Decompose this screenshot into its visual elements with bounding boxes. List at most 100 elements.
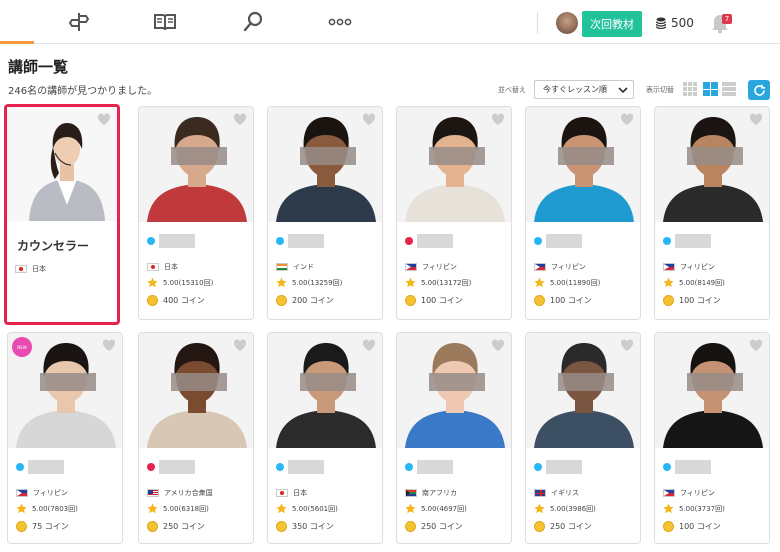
tutor-name-blur: [288, 234, 324, 248]
tutor-card[interactable]: NEW フィリピン 5.00(7803回) 75 コイン: [7, 332, 123, 544]
favorite-heart-icon[interactable]: [491, 113, 505, 126]
status-dot: [534, 463, 542, 471]
star-icon: [276, 503, 287, 514]
favorite-heart-icon[interactable]: [749, 113, 763, 126]
sort-label: 並べ替え: [498, 86, 526, 94]
face-blur: [300, 147, 356, 165]
tutor-photo: [139, 107, 253, 222]
philippines-flag-icon: [534, 263, 546, 271]
star-icon: [147, 503, 158, 514]
status-dot: [147, 237, 155, 245]
tutor-photo: [268, 333, 382, 448]
tutor-country: フィリピン: [663, 488, 715, 498]
favorite-heart-icon[interactable]: [749, 339, 763, 352]
sort-select-value: 今すぐレッスン順: [543, 85, 607, 94]
tutor-photo: [268, 107, 382, 222]
tutor-name-blur: [675, 234, 711, 248]
coin-icon: [405, 521, 416, 532]
status-dot: [147, 463, 155, 471]
tutor-name-blur: [546, 460, 582, 474]
coin-icon: [405, 295, 416, 306]
user-avatar[interactable]: [556, 12, 578, 34]
tutor-rating: 5.00(6318回): [147, 503, 209, 514]
status-dot: [534, 237, 542, 245]
signpost-icon[interactable]: [64, 8, 94, 36]
tutor-card[interactable]: 南アフリカ 5.00(4697回) 250 コイン: [396, 332, 512, 544]
tutor-rating: 5.00(8149回): [663, 277, 725, 288]
tutor-name-blur: [675, 460, 711, 474]
counselor-card[interactable]: カウンセラー 日本: [4, 104, 120, 325]
coin-balance[interactable]: 500: [656, 14, 694, 32]
tutor-country: フィリピン: [663, 262, 715, 272]
coin-icon: [276, 521, 287, 532]
tutor-price: 100 コイン: [534, 295, 592, 306]
book-icon[interactable]: [150, 8, 180, 36]
tutor-card[interactable]: インド 5.00(13259回) 200 コイン: [267, 106, 383, 320]
tutor-price: 100 コイン: [663, 295, 721, 306]
south-africa-flag-icon: [405, 489, 417, 497]
tutor-rating: 5.00(13172回): [405, 277, 471, 288]
coin-icon: [534, 521, 545, 532]
tutor-card[interactable]: フィリピン 5.00(13172回) 100 コイン: [396, 106, 512, 320]
coin-stack-icon: [656, 17, 666, 29]
tutor-price: 100 コイン: [663, 521, 721, 532]
coin-icon: [147, 295, 158, 306]
favorite-heart-icon[interactable]: [102, 339, 116, 352]
tutor-rating: 5.00(11890回): [534, 277, 600, 288]
tutor-card[interactable]: フィリピン 5.00(11890回) 100 コイン: [525, 106, 641, 320]
tutor-photo: [526, 107, 640, 222]
tutor-card[interactable]: イギリス 5.00(3986回) 250 コイン: [525, 332, 641, 544]
tutor-country: 日本: [147, 262, 178, 272]
usa-flag-icon: [147, 489, 159, 497]
favorite-heart-icon[interactable]: [620, 339, 634, 352]
tutor-card[interactable]: アメリカ合衆国 5.00(6318回) 250 コイン: [138, 332, 254, 544]
coin-icon: [16, 521, 27, 532]
india-flag-icon: [276, 263, 288, 271]
favorite-heart-icon[interactable]: [491, 339, 505, 352]
tutor-rating: 5.00(7803回): [16, 503, 78, 514]
philippines-flag-icon: [663, 263, 675, 271]
coin-balance-value: 500: [671, 16, 694, 30]
star-icon: [534, 277, 545, 288]
coin-icon: [147, 521, 158, 532]
more-menu-icon[interactable]: [325, 8, 355, 36]
favorite-heart-icon[interactable]: [362, 339, 376, 352]
favorite-heart-icon[interactable]: [233, 113, 247, 126]
list-view-icon[interactable]: [722, 82, 737, 96]
counselor-country: 日本: [15, 264, 46, 274]
tutor-photo: [526, 333, 640, 448]
tutor-country: アメリカ合衆国: [147, 488, 213, 498]
favorite-heart-icon[interactable]: [97, 113, 111, 126]
tutor-price: 100 コイン: [405, 295, 463, 306]
view-toggle-label: 表示切替: [646, 86, 674, 94]
favorite-heart-icon[interactable]: [362, 113, 376, 126]
next-material-button[interactable]: 次回教材: [582, 11, 642, 37]
refresh-button[interactable]: [748, 80, 770, 100]
grid-large-view-icon[interactable]: [703, 82, 718, 96]
tutor-card[interactable]: フィリピン 5.00(3737回) 100 コイン: [654, 332, 770, 544]
tutor-card[interactable]: 日本 5.00(5601回) 350 コイン: [267, 332, 383, 544]
chevron-down-icon: [618, 87, 628, 94]
status-dot: [405, 237, 413, 245]
tutor-photo: NEW: [8, 333, 122, 448]
search-icon[interactable]: [238, 8, 268, 36]
tutor-card[interactable]: フィリピン 5.00(8149回) 100 コイン: [654, 106, 770, 320]
tutor-rating: 5.00(15310回): [147, 277, 213, 288]
status-dot: [405, 463, 413, 471]
japan-flag-icon: [276, 489, 288, 497]
notification-badge: 7: [722, 14, 732, 24]
coin-icon: [534, 295, 545, 306]
star-icon: [534, 503, 545, 514]
face-blur: [687, 373, 743, 391]
result-count: 246名の講師が見つかりました。: [8, 86, 158, 97]
tutor-rating: 5.00(3986回): [534, 503, 596, 514]
tutor-country: 南アフリカ: [405, 488, 457, 498]
tutor-card[interactable]: 日本 5.00(15310回) 400 コイン: [138, 106, 254, 320]
favorite-heart-icon[interactable]: [620, 113, 634, 126]
sort-select[interactable]: 今すぐレッスン順: [534, 80, 634, 99]
tutor-rating: 5.00(4697回): [405, 503, 467, 514]
status-dot: [276, 463, 284, 471]
favorite-heart-icon[interactable]: [233, 339, 247, 352]
grid-small-view-icon[interactable]: [683, 82, 698, 96]
tutor-photo: [655, 107, 769, 222]
